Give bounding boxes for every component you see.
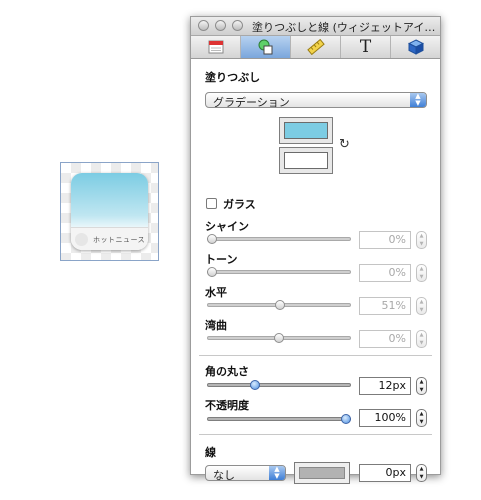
- shine-slider-track[interactable]: [207, 237, 351, 241]
- tab-metrics[interactable]: [291, 36, 341, 58]
- stroke-heading: 線: [205, 446, 216, 459]
- stroke-width-field[interactable]: 0px: [359, 464, 411, 482]
- curve-value-field[interactable]: 0%: [359, 330, 411, 348]
- ruler-icon: [306, 39, 325, 55]
- horizontal-value-field[interactable]: 51%: [359, 297, 411, 315]
- tone-stepper[interactable]: ▲ ▼: [416, 264, 427, 282]
- widget-preview: ホットニュース: [60, 162, 159, 261]
- separator: [199, 355, 432, 356]
- apple-icon: [75, 233, 88, 246]
- tab-text[interactable]: T: [341, 36, 391, 58]
- corner-roundness-slider-knob[interactable]: [249, 380, 260, 390]
- separator: [199, 434, 432, 435]
- minimize-window-button[interactable]: [215, 20, 226, 31]
- title-bar[interactable]: 塗りつぶしと線 (ウィジェットアイ…: [191, 17, 440, 36]
- stroke-width-stepper[interactable]: ▲ ▼: [416, 464, 427, 482]
- close-window-button[interactable]: [198, 20, 209, 31]
- fill-type-value: グラデーション: [213, 96, 290, 109]
- shine-value-field[interactable]: 0%: [359, 231, 411, 249]
- text-icon: T: [359, 37, 372, 57]
- horizontal-slider-knob[interactable]: [275, 300, 286, 310]
- curve-label: 湾曲: [205, 319, 227, 332]
- widget-bottom-bar: ホットニュース: [71, 227, 148, 250]
- stroke-type-value: なし: [213, 469, 235, 482]
- glass-checkbox[interactable]: [206, 198, 217, 209]
- swap-colors-icon[interactable]: ↻: [339, 137, 350, 152]
- inspector-toolbar: T: [191, 36, 440, 59]
- tab-calendar[interactable]: [191, 36, 241, 58]
- glass-label: ガラス: [223, 198, 256, 211]
- corner-roundness-label: 角の丸さ: [205, 365, 249, 378]
- stroke-type-popup[interactable]: なし ▲ ▼: [205, 465, 286, 482]
- stroke-color-swatch: [299, 467, 345, 479]
- shapes-icon: [258, 39, 272, 55]
- popup-arrows-icon: ▲ ▼: [410, 93, 426, 107]
- calendar-icon: [208, 40, 223, 54]
- curve-stepper[interactable]: ▲ ▼: [416, 330, 427, 348]
- curve-slider-knob[interactable]: [274, 333, 284, 343]
- tone-slider-knob[interactable]: [207, 267, 217, 277]
- stroke-color-well[interactable]: [294, 462, 350, 484]
- corner-roundness-value-field[interactable]: 12px: [359, 377, 411, 395]
- shine-stepper[interactable]: ▲ ▼: [416, 231, 427, 249]
- shine-slider-knob[interactable]: [207, 234, 217, 244]
- zoom-window-button[interactable]: [232, 20, 243, 31]
- widget-icon: ホットニュース: [71, 173, 148, 250]
- corner-roundness-slider-track[interactable]: [207, 383, 351, 387]
- corner-roundness-stepper[interactable]: ▲ ▼: [416, 377, 427, 395]
- horizontal-label: 水平: [205, 286, 227, 299]
- fill-type-popup[interactable]: グラデーション ▲ ▼: [205, 92, 427, 109]
- start-color-swatch: [284, 122, 328, 139]
- cube-icon: [407, 39, 424, 55]
- widget-label: ホットニュース: [93, 236, 146, 244]
- gradient-start-color-well[interactable]: [279, 117, 333, 144]
- shine-label: シャイン: [205, 220, 249, 233]
- opacity-stepper[interactable]: ▲ ▼: [416, 409, 427, 427]
- fill-and-stroke-inspector: 塗りつぶしと線 (ウィジェットアイ… T 塗りつぶし グラデーション ▲ ▼ ↻…: [190, 16, 441, 484]
- fill-heading: 塗りつぶし: [205, 71, 261, 84]
- tone-value-field[interactable]: 0%: [359, 264, 411, 282]
- gradient-end-color-well[interactable]: [279, 147, 333, 174]
- tab-3d[interactable]: [391, 36, 440, 58]
- window-title: 塗りつぶしと線 (ウィジェットアイ…: [252, 21, 436, 34]
- popup-arrows-icon: ▲ ▼: [269, 466, 285, 480]
- opacity-value-field[interactable]: 100%: [359, 409, 411, 427]
- tab-fill-stroke[interactable]: [241, 36, 291, 58]
- opacity-slider-knob[interactable]: [341, 414, 351, 424]
- opacity-label: 不透明度: [205, 399, 249, 412]
- inspector-content: 塗りつぶし グラデーション ▲ ▼ ↻ ガラス シャイン 0% ▲ ▼ トーン 0%…: [191, 59, 440, 484]
- tone-slider-track[interactable]: [207, 270, 351, 274]
- horizontal-stepper[interactable]: ▲ ▼: [416, 297, 427, 315]
- end-color-swatch: [284, 152, 328, 169]
- opacity-slider-track[interactable]: [207, 417, 351, 421]
- tone-label: トーン: [205, 253, 238, 266]
